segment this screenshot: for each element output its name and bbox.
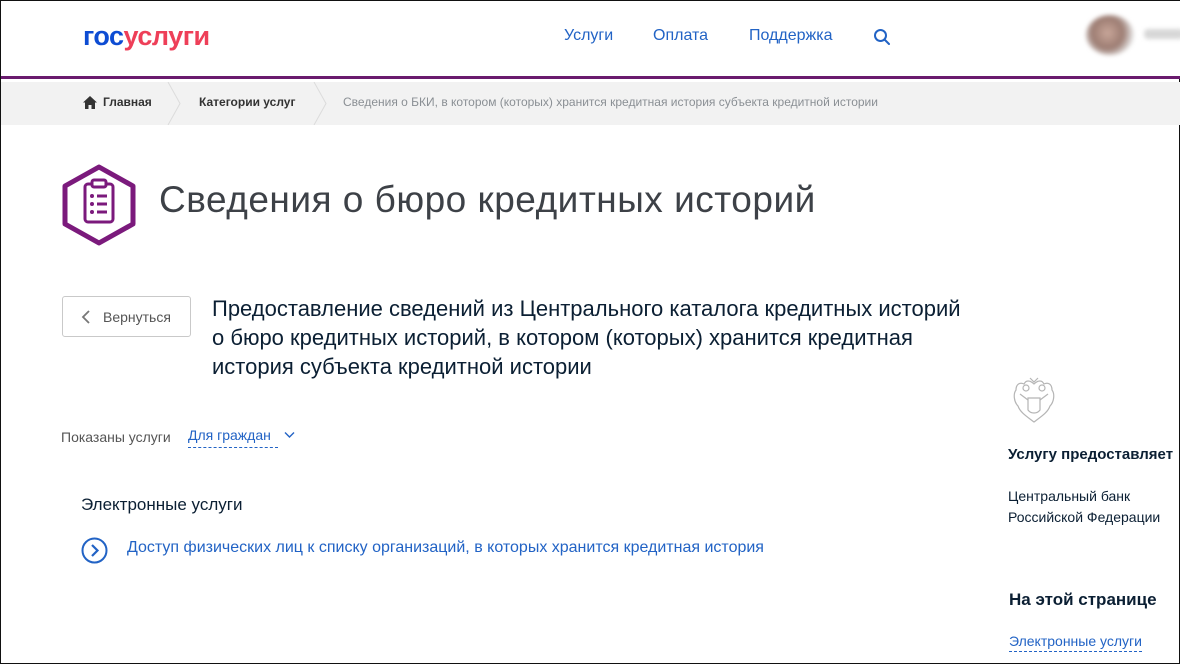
back-button[interactable]: Вернуться: [62, 296, 191, 337]
provider-name: Центральный банк Российской Федерации: [1008, 488, 1161, 525]
credit-history-service-link[interactable]: Доступ физических лиц к списку организац…: [127, 539, 764, 557]
chevron-left-icon: [81, 310, 90, 324]
filter-label: Показаны услуги: [61, 429, 171, 445]
home-icon: [83, 96, 97, 109]
site-header: госуслуги Услуги Оплата Поддержка: [1, 1, 1180, 79]
breadcrumb: Главная Категории услуг Сведения о БКИ, …: [1, 82, 1180, 125]
audience-filter-dropdown[interactable]: Для граждан: [188, 427, 278, 448]
breadcrumb-separator-icon: [167, 82, 181, 125]
nav-services-link[interactable]: Услуги: [564, 27, 613, 45]
clipboard-list-icon: [62, 164, 136, 246]
user-avatar[interactable]: [1086, 15, 1134, 55]
nav-support-link[interactable]: Поддержка: [749, 27, 832, 45]
on-this-page-electronic-services-link[interactable]: Электронные услуги: [1009, 633, 1142, 652]
breadcrumb-current: Сведения о БКИ, в котором (которых) хран…: [343, 95, 878, 109]
service-heading: Предоставление сведений из Центрального …: [212, 296, 961, 379]
russian-coat-of-arms-icon: [1013, 377, 1055, 423]
back-button-label: Вернуться: [103, 309, 171, 325]
provider-title: Услугу предоставляет: [1008, 446, 1174, 463]
breadcrumb-separator-icon: [313, 82, 327, 125]
page-title: Сведения о бюро кредитных историй: [159, 179, 816, 220]
search-icon[interactable]: [873, 28, 891, 46]
user-name-blurred[interactable]: [1144, 29, 1180, 39]
electronic-services-title: Электронные услуги: [81, 495, 243, 514]
gosuslugi-logo[interactable]: госуслуги: [83, 21, 210, 52]
on-this-page-title: На этой странице: [1009, 590, 1157, 609]
arrow-circle-right-icon[interactable]: [81, 537, 108, 564]
breadcrumb-home-link[interactable]: Главная: [103, 95, 152, 109]
breadcrumb-categories-link[interactable]: Категории услуг: [199, 95, 295, 109]
chevron-down-icon[interactable]: [284, 431, 295, 439]
nav-payment-link[interactable]: Оплата: [653, 27, 708, 45]
logo-uslugi-text: услуги: [123, 21, 211, 51]
logo-gos-text: гос: [83, 21, 124, 51]
